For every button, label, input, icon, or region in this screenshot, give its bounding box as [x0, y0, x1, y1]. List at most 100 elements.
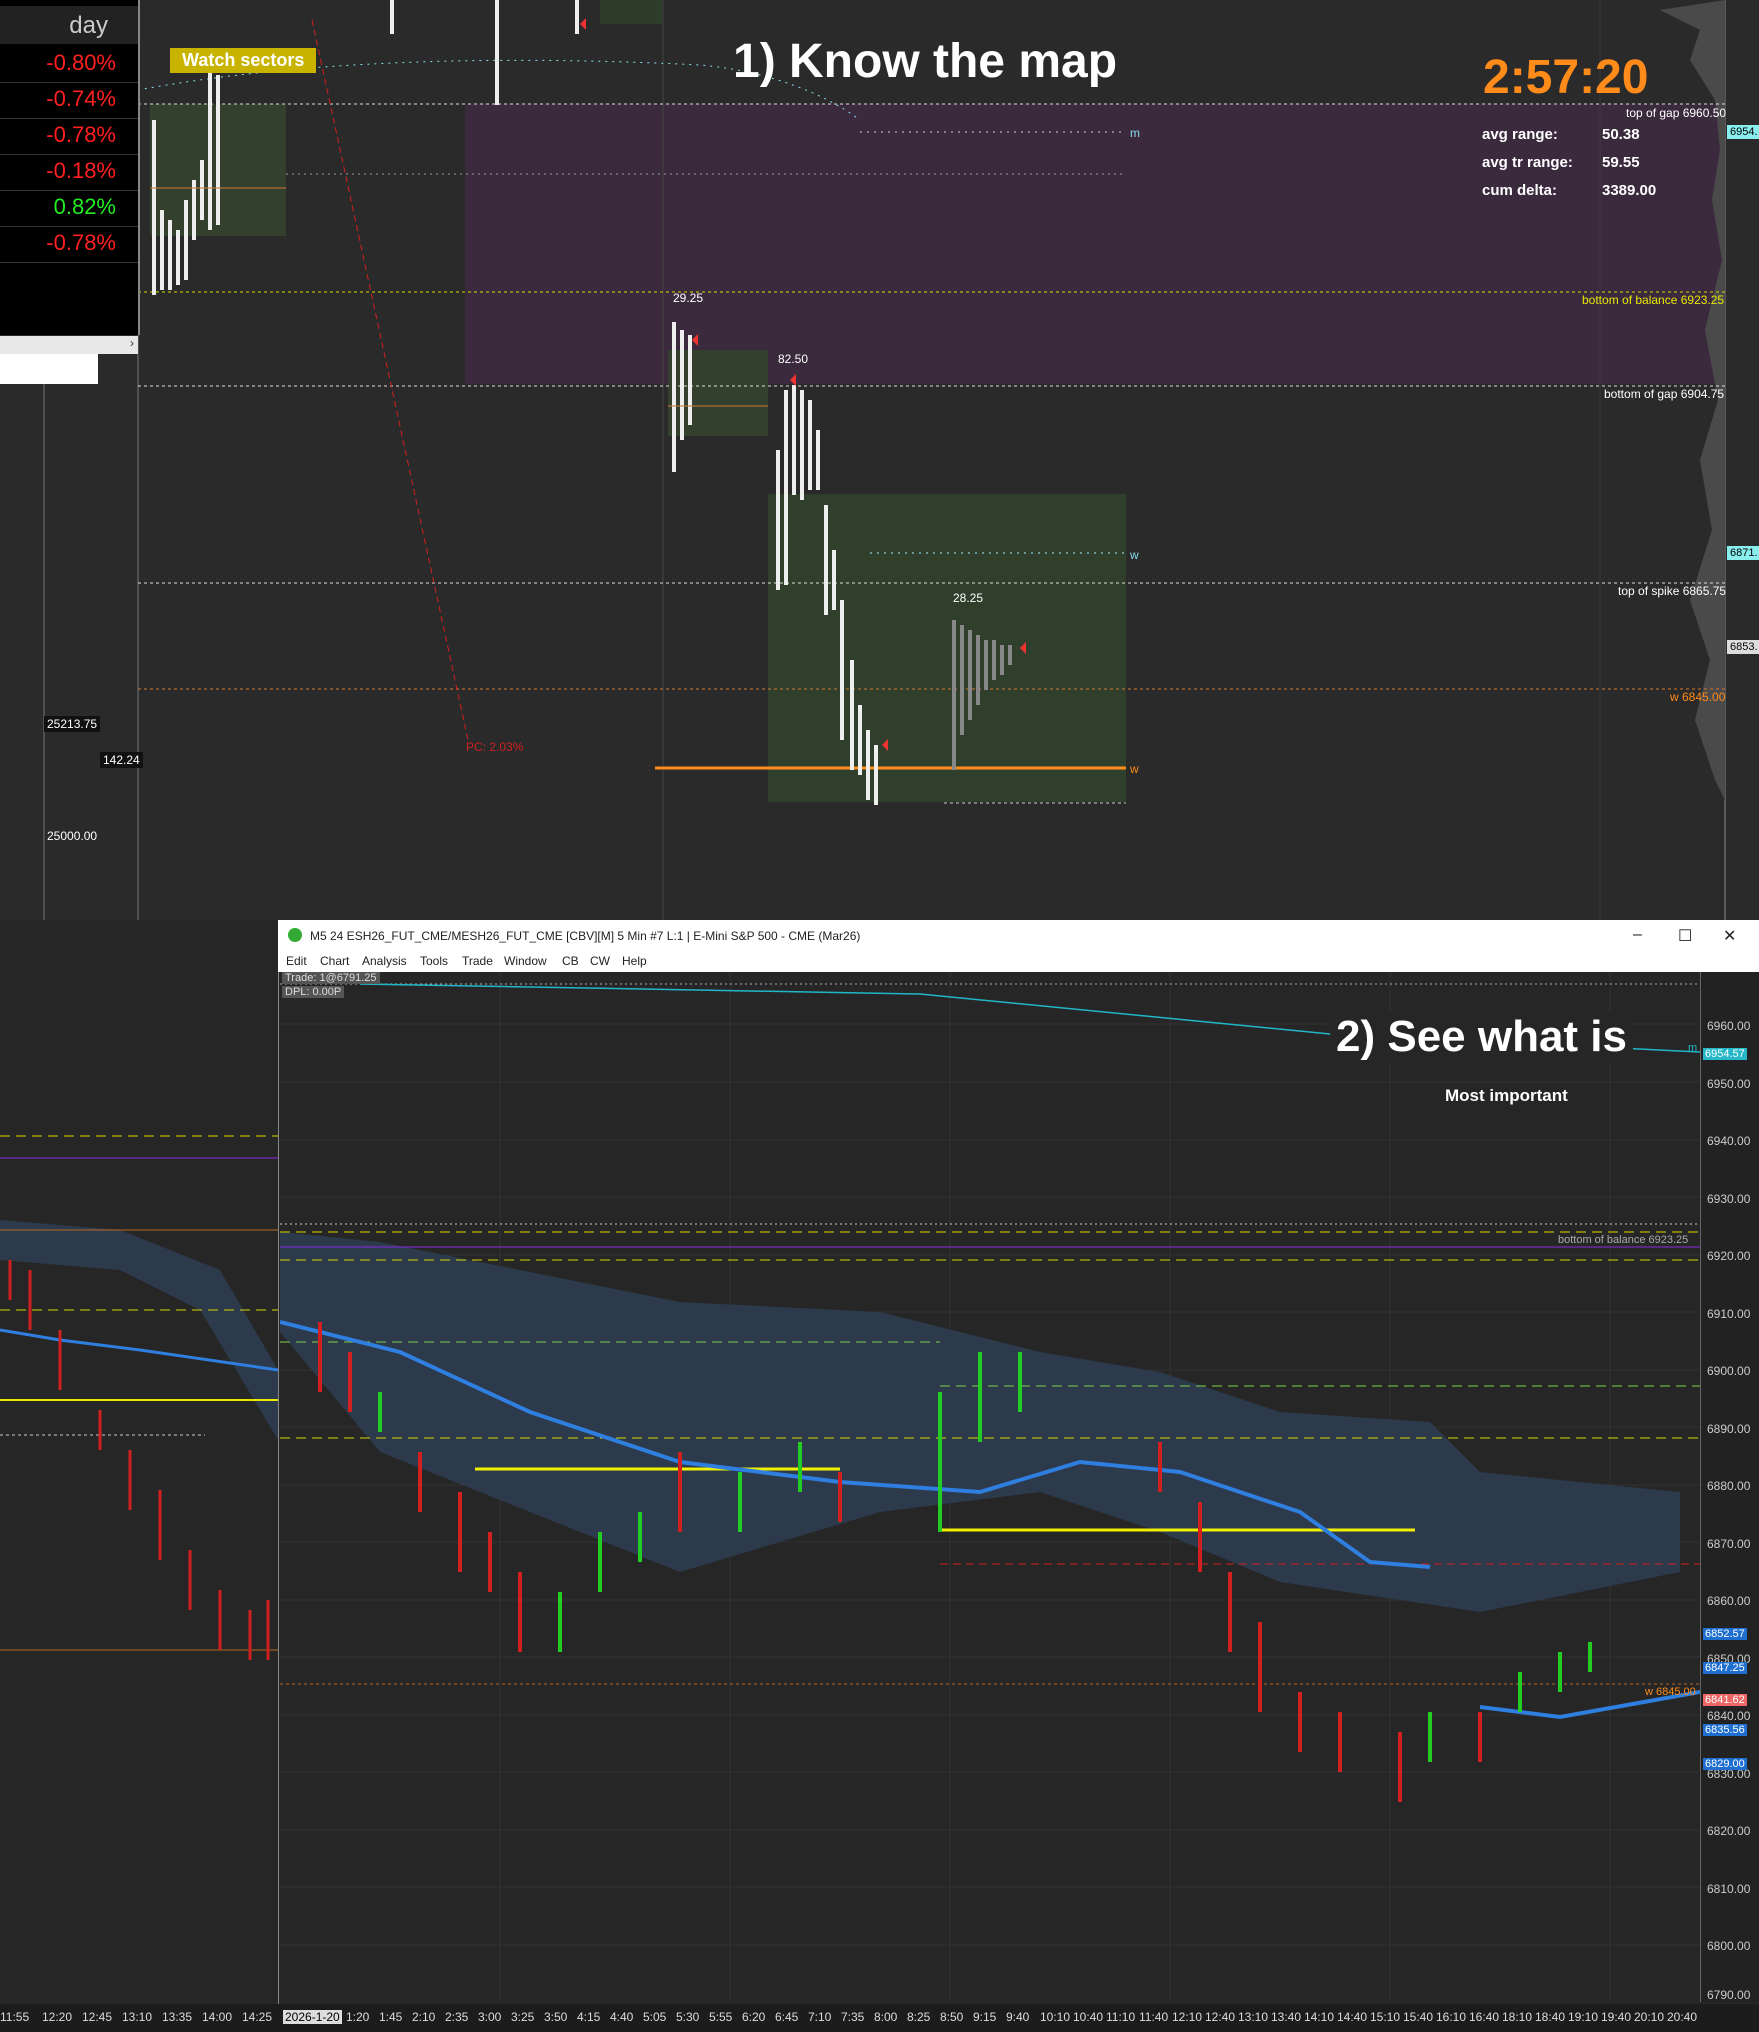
time-tick: 6:20 — [742, 2010, 766, 2024]
time-tick: 4:15 — [577, 2010, 601, 2024]
time-tick: 14:00 — [202, 2010, 233, 2024]
right-price-tag: 6871. — [1727, 546, 1759, 560]
horizontal-scrollbar[interactable]: › — [0, 336, 138, 354]
time-axis[interactable]: 11:55 12:20 12:45 13:10 13:35 14:00 14:2… — [0, 2004, 1759, 2032]
time-tick: 14:10 — [1304, 2010, 1335, 2024]
menu-window[interactable]: Window — [504, 954, 547, 968]
level-label-m: m — [1130, 126, 1140, 140]
left-mini-chart[interactable] — [0, 970, 279, 2010]
left-price-label: 25213.75 — [44, 716, 101, 732]
level-label-bottom-of-balance: bottom of balance 6923.25 — [1582, 293, 1725, 307]
price-tick: 6950.00 — [1707, 1077, 1751, 1091]
price-tick: 6920.00 — [1707, 1249, 1751, 1263]
price-tick: 6930.00 — [1707, 1192, 1751, 1206]
watch-sectors-annotation: Watch sectors — [170, 48, 317, 73]
sector-change: 0.82% — [53, 194, 116, 219]
time-tick: 20:10 — [1634, 2010, 1665, 2024]
dpl-info-label: DPL: 0.00P — [282, 986, 345, 998]
price-tag: 6829.00 — [1703, 1758, 1747, 1770]
main-price-chart[interactable]: Trade: 1@6791.25 DPL: 0.00P 2) See what … — [280, 972, 1700, 2002]
time-tick: 13:10 — [1238, 2010, 1269, 2024]
sector-row[interactable]: -0.74% — [0, 82, 138, 119]
time-tick: 12:20 — [42, 2010, 73, 2024]
sector-row[interactable]: -0.80% — [0, 46, 138, 83]
menu-chart[interactable]: Chart — [320, 954, 349, 968]
time-tick-date: 2026-1-20 — [283, 2010, 342, 2024]
time-tick: 8:25 — [907, 2010, 931, 2024]
price-tick: 6960.00 — [1707, 1019, 1751, 1033]
sector-row[interactable]: -0.78% — [0, 226, 138, 263]
price-tag: 6841.62 — [1703, 1694, 1747, 1706]
time-ticks-row: 1:20 1:45 2:10 2:35 3:00 3:25 3:50 4:15 4:40 5:05… — [346, 2004, 1700, 2032]
price-tick: 6800.00 — [1707, 1939, 1751, 1953]
price-tag: 6954.57 — [1703, 1048, 1747, 1060]
sector-row[interactable]: -0.18% — [0, 154, 138, 191]
price-axis[interactable]: 6960.00 6950.00 6940.00 6930.00 6920.00 … — [1700, 972, 1759, 2002]
main-chart-canvas — [280, 972, 1700, 2002]
time-tick: 12:10 — [1172, 2010, 1203, 2024]
time-tick: 14:40 — [1337, 2010, 1368, 2024]
menu-bar: Edit Chart Analysis Tools Trade Window C… — [278, 952, 1759, 972]
globe-icon — [288, 928, 302, 942]
price-tick: 6910.00 — [1707, 1307, 1751, 1321]
sector-row[interactable]: -0.78% — [0, 118, 138, 155]
sector-row[interactable]: 0.82% — [0, 190, 138, 227]
left-price-label: 142.24 — [100, 752, 143, 768]
menu-analysis[interactable]: Analysis — [362, 954, 407, 968]
level-label-top-of-gap: top of gap 6960.50 — [1626, 106, 1727, 120]
time-tick: 12:40 — [1205, 2010, 1236, 2024]
close-icon[interactable]: ✕ — [1723, 926, 1736, 946]
time-tick: 3:00 — [478, 2010, 502, 2024]
level-label-bottom-of-balance: bottom of balance 6923.25 — [1558, 1234, 1689, 1246]
level-label-bottom-of-gap: bottom of gap 6904.75 — [1604, 387, 1725, 401]
top-chart-panel[interactable]: day -0.80% -0.74% -0.78% -0.18% 0.82% -0… — [0, 0, 1759, 920]
time-tick: 8:00 — [874, 2010, 898, 2024]
chevron-right-icon[interactable]: › — [130, 336, 134, 350]
left-mini-chart-canvas — [0, 1135, 278, 1660]
sector-change: -0.74% — [46, 86, 116, 111]
menu-help[interactable]: Help — [622, 954, 647, 968]
avg-range-label: avg range: — [1482, 126, 1558, 143]
time-tick: 20:40 — [1667, 2010, 1698, 2024]
menu-edit[interactable]: Edit — [286, 954, 307, 968]
time-tick: 7:10 — [808, 2010, 832, 2024]
time-tick: 2:10 — [412, 2010, 436, 2024]
right-price-tag: 6853. — [1727, 640, 1759, 654]
level-label-w-6845: w 6845.00 — [1670, 690, 1726, 704]
price-tick: 6900.00 — [1707, 1364, 1751, 1378]
profile-range-label: 28.25 — [953, 591, 984, 605]
time-tick: 9:40 — [1006, 2010, 1030, 2024]
menu-tools[interactable]: Tools — [420, 954, 448, 968]
time-tick: 18:10 — [1502, 2010, 1533, 2024]
avg-range-value: 50.38 — [1602, 126, 1640, 143]
time-tick: 13:40 — [1271, 2010, 1302, 2024]
maximize-icon[interactable]: ☐ — [1678, 926, 1692, 946]
sector-change: -0.80% — [46, 50, 116, 75]
minimize-icon[interactable]: – — [1633, 926, 1642, 944]
menu-cb[interactable]: CB — [562, 954, 579, 968]
time-tick: 12:45 — [82, 2010, 113, 2024]
time-tick: 19:10 — [1568, 2010, 1599, 2024]
time-tick: 2:35 — [445, 2010, 469, 2024]
price-tick: 6840.00 — [1707, 1709, 1751, 1723]
profile-range-label: 82.50 — [778, 352, 809, 366]
right-price-tag: 6954. — [1727, 125, 1759, 139]
time-tick: 13:35 — [162, 2010, 193, 2024]
scroll-thumb[interactable] — [0, 354, 98, 384]
time-tick: 5:30 — [676, 2010, 700, 2024]
time-tick: 10:40 — [1073, 2010, 1104, 2024]
menu-trade[interactable]: Trade — [462, 954, 493, 968]
price-tick: 6820.00 — [1707, 1824, 1751, 1838]
left-price-label: 25000.00 — [47, 829, 98, 843]
pc-label: PC: 2.03% — [466, 740, 524, 754]
menu-cw[interactable]: CW — [590, 954, 610, 968]
level-label-w: w — [1130, 548, 1139, 562]
cum-delta-label: cum delta: — [1482, 182, 1558, 199]
time-tick: 16:10 — [1436, 2010, 1467, 2024]
time-tick: 5:05 — [643, 2010, 667, 2024]
level-label-top-of-spike: top of spike 6865.75 — [1618, 584, 1727, 598]
sector-performance-table: day -0.80% -0.74% -0.78% -0.18% 0.82% -0… — [0, 0, 140, 335]
window-titlebar[interactable]: M5 24 ESH26_FUT_CME/MESH26_FUT_CME [CBV]… — [278, 920, 1759, 952]
time-tick: 4:40 — [610, 2010, 634, 2024]
price-tick: 6860.00 — [1707, 1594, 1751, 1608]
